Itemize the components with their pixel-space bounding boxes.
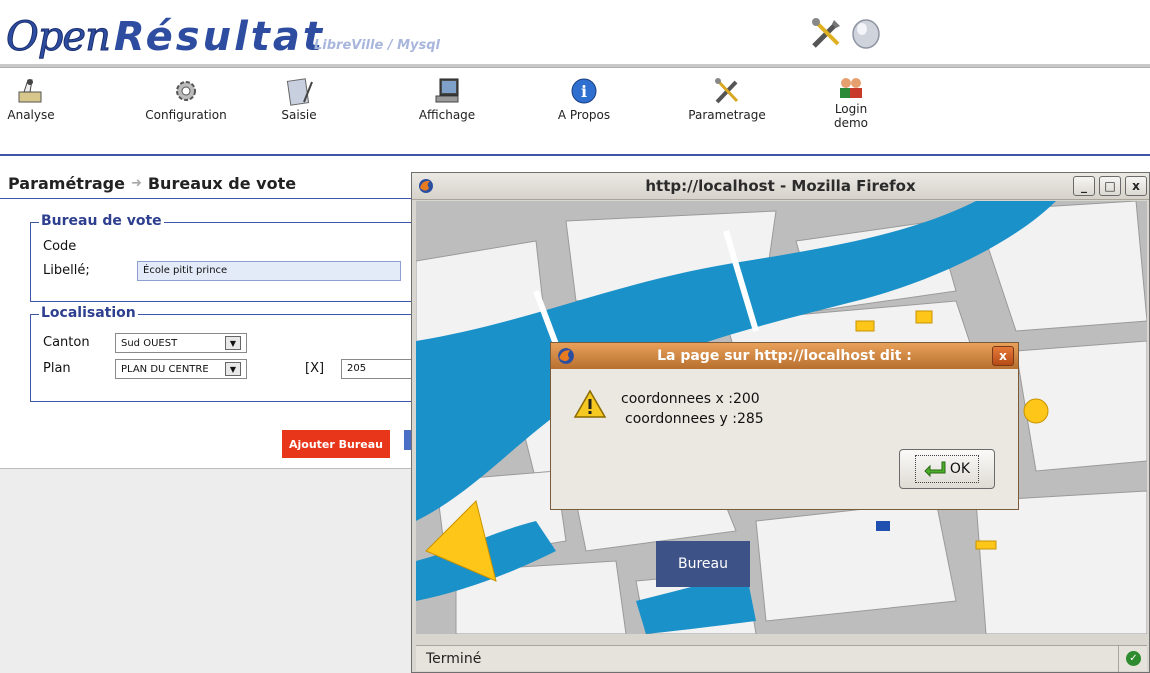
- firefox-icon: [419, 179, 433, 193]
- x-label: [X]: [305, 361, 325, 376]
- status-bar: Terminé ✓: [416, 645, 1147, 672]
- alert-dialog: La page sur http://localhost dit : x coo…: [550, 342, 1019, 510]
- fieldset-localisation: Localisation Canton Sud OUEST ▼ Plan PLA…: [30, 305, 415, 402]
- content-footer-area: [0, 469, 414, 673]
- chevron-down-icon: ▼: [225, 336, 241, 350]
- menu-label-affichage: Affichage: [418, 108, 476, 122]
- header-icons: [808, 16, 884, 52]
- menu-label-saisie: Saisie: [281, 108, 317, 122]
- main-menu: Analyse Configuration Saisie Affichage i…: [0, 68, 1150, 154]
- screen: Open Résultat LibreVille / Mysql Analyse: [0, 0, 1150, 673]
- dialog-close-button[interactable]: x: [992, 346, 1014, 366]
- libelle-input[interactable]: École pitit prince: [137, 261, 401, 281]
- menu-label-parametrage: Parametrage: [688, 108, 766, 122]
- app-subtitle: LibreVille / Mysql: [314, 38, 441, 53]
- dialog-titlebar[interactable]: La page sur http://localhost dit : x: [551, 343, 1018, 369]
- info-icon: i: [571, 78, 597, 104]
- main-content: Paramétrage ➜ Bureaux de vote Bureau de …: [0, 156, 415, 673]
- menu-item-analyse[interactable]: Analyse: [6, 76, 56, 122]
- plan-value: PLAN DU CENTRE: [121, 363, 209, 375]
- menu-label-login: Login demo: [833, 102, 869, 130]
- menu-item-configuration[interactable]: Configuration: [138, 76, 234, 122]
- logo-open-text: Open: [6, 14, 112, 61]
- status-divider: [1118, 646, 1119, 672]
- users-icon: [840, 78, 862, 98]
- minimize-button[interactable]: _: [1073, 176, 1095, 196]
- breadcrumb-arrow-icon: ➜: [130, 176, 142, 191]
- breadcrumb-bureaux: Bureaux de vote: [147, 174, 297, 193]
- maximize-button[interactable]: □: [1099, 176, 1121, 196]
- bureau-marker-button[interactable]: Bureau: [656, 541, 750, 587]
- legend-localisation: Localisation: [39, 305, 138, 321]
- canton-label: Canton: [43, 335, 90, 350]
- menu-label-analyse: Analyse: [7, 108, 55, 122]
- check-icon: ✓: [1126, 651, 1141, 666]
- breadcrumb-underline: [0, 198, 414, 199]
- monitor-icon: [435, 78, 459, 103]
- breadcrumb: Paramétrage ➜ Bureaux de vote: [8, 174, 296, 193]
- menu-item-parametrage[interactable]: Parametrage: [688, 76, 766, 122]
- svg-text:i: i: [581, 82, 587, 101]
- logo-resultat-text: Résultat: [113, 14, 326, 60]
- ok-button[interactable]: OK: [899, 449, 995, 489]
- ok-button-focus: OK: [914, 455, 980, 483]
- plan-label: Plan: [43, 361, 71, 376]
- analyse-icon: [18, 79, 42, 103]
- menu-label-a-propos: A Propos: [557, 108, 611, 122]
- plan-select[interactable]: PLAN DU CENTRE ▼: [115, 359, 247, 379]
- menu-item-a-propos[interactable]: i A Propos: [552, 76, 616, 122]
- menu-item-login[interactable]: Login demo: [828, 76, 874, 130]
- legend-bureau: Bureau de vote: [39, 213, 164, 229]
- close-button[interactable]: x: [1125, 176, 1147, 196]
- menu-item-affichage[interactable]: Affichage: [414, 76, 480, 122]
- canton-value: Sud OUEST: [121, 337, 178, 349]
- code-label: Code: [43, 239, 77, 254]
- status-text: Terminé: [426, 650, 482, 667]
- enter-arrow-icon: [924, 461, 946, 478]
- chevron-down-icon: ▼: [225, 362, 241, 376]
- tools-header-icon[interactable]: [808, 16, 844, 52]
- menu-label-configuration: Configuration: [145, 108, 227, 122]
- x-input[interactable]: 205: [341, 359, 415, 379]
- dialog-message-y: coordonnees y :285: [625, 411, 764, 427]
- app-logo: Open Résultat: [6, 4, 326, 61]
- breadcrumb-parametrage[interactable]: Paramétrage: [8, 174, 125, 193]
- warning-icon: [573, 389, 607, 418]
- window-controls: _ □ x: [1073, 176, 1147, 196]
- libelle-label: Libellé;: [43, 263, 90, 278]
- gear-icon: [176, 81, 196, 101]
- notepad-icon: [286, 78, 313, 106]
- dialog-message-x: coordonnees x :200: [621, 391, 760, 407]
- fieldset-bureau: Bureau de vote Code Libellé; École pitit…: [30, 213, 414, 302]
- mouse-header-icon[interactable]: [848, 16, 884, 52]
- add-bureau-button[interactable]: Ajouter Bureau: [282, 430, 390, 458]
- ok-label: OK: [949, 461, 971, 477]
- firefox-titlebar[interactable]: http://localhost - Mozilla Firefox _ □ x: [412, 173, 1149, 200]
- firefox-title: http://localhost - Mozilla Firefox: [645, 177, 916, 195]
- menu-item-saisie[interactable]: Saisie: [272, 76, 326, 122]
- dialog-title: La page sur http://localhost dit :: [657, 348, 912, 364]
- firefox-icon: [558, 348, 574, 364]
- tools-icon: [715, 78, 739, 104]
- canton-select[interactable]: Sud OUEST ▼: [115, 333, 247, 353]
